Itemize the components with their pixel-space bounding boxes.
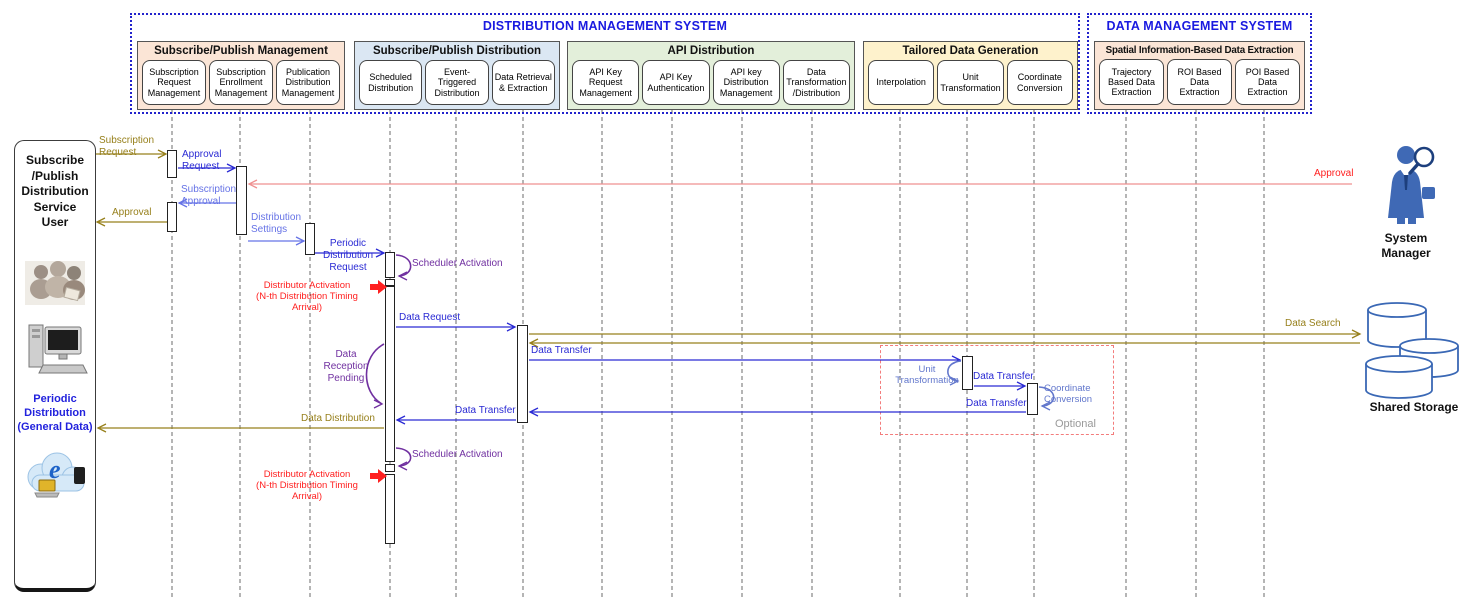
- module-trajectory-based-data-extraction: Trajectory Based Data Extraction: [1099, 59, 1164, 105]
- module-event-triggered-distribution: Event-Triggered Distribution: [425, 60, 488, 105]
- module-data-transformation-distribution: Data Transformation /Distribution: [783, 60, 850, 105]
- group-title: Subscribe/Publish Distribution: [355, 45, 559, 57]
- distributor-activation-note-2: Distributor Activation (N-th Distributio…: [241, 469, 373, 503]
- group-api-distribution: API Distribution API Key Request Manageme…: [567, 41, 855, 110]
- module-api-key-request-management: API Key Request Management: [572, 60, 639, 105]
- group-title: Subscribe/Publish Management: [138, 45, 344, 57]
- periodic-distribution-label: Periodic Distribution (General Data): [12, 393, 98, 434]
- activation-bar: [962, 356, 973, 390]
- system-title: DISTRIBUTION MANAGEMENT SYSTEM: [132, 19, 1078, 33]
- scheduler-activation-note-1: Scheduler Activation: [412, 258, 522, 270]
- data-transfer-unit-label: Data Transfer: [531, 345, 621, 357]
- module-publication-distribution-management: Publication Distribution Management: [276, 60, 340, 105]
- group-subscribe-publish-management: Subscribe/Publish Management Subscription…: [137, 41, 345, 110]
- module-unit-transformation: Unit Transformation: [937, 60, 1003, 105]
- user-actor-box: Subscribe /Publish Distribution Service …: [14, 140, 96, 592]
- group-subscribe-publish-distribution: Subscribe/Publish Distribution Scheduled …: [354, 41, 560, 110]
- scheduler-activation-loop-1: [396, 255, 411, 276]
- group-tailored-data-generation: Tailored Data Generation InterpolationUni…: [863, 41, 1078, 110]
- data-reception-pending-note: Data Reception Pending: [317, 349, 375, 384]
- system-manager-label: System Manager: [1358, 231, 1454, 261]
- module-roi-based-data-extraction: ROI Based Data Extraction: [1167, 59, 1232, 105]
- sequence-diagram-stage: Subscribe /Publish Distribution Service …: [0, 0, 1482, 612]
- group-title: Tailored Data Generation: [864, 45, 1077, 57]
- module-api-key-authentication: API Key Authentication: [642, 60, 709, 105]
- coordinate-conversion-note: Coordinate Conversion: [1044, 383, 1110, 405]
- scheduler-activation-note-2: Scheduler Activation: [412, 449, 522, 461]
- group-title: API Distribution: [568, 45, 854, 57]
- activation-bar: [167, 202, 177, 232]
- subscription-approval-label: Subscription Approval: [181, 184, 259, 208]
- system-manager-icon: [1376, 142, 1438, 230]
- distribution-settings-label: Distribution Settings: [251, 212, 327, 236]
- unit-transformation-note: Unit Transformation: [892, 364, 962, 386]
- module-subscription-enrollment-management: Subscription Enrollment Management: [209, 60, 273, 105]
- data-transfer-return-1-label: Data Transfer: [966, 398, 1036, 410]
- module-poi-based-data-extraction: POI Based Data Extraction: [1235, 59, 1300, 105]
- people-photo-icon: [23, 259, 87, 307]
- optional-note: Optional: [1055, 418, 1109, 431]
- module-data-retrieval-extraction: Data Retrieval & Extraction: [492, 60, 555, 105]
- activation-bar: [385, 464, 395, 472]
- data-request-label: Data Request: [399, 312, 489, 324]
- cloud-service-icon: e: [19, 447, 93, 505]
- periodic-distribution-request-label: Periodic Distribution Request: [309, 238, 387, 273]
- group-title: Spatial Information-Based Data Extractio…: [1095, 45, 1304, 56]
- shared-storage-label: Shared Storage: [1358, 400, 1470, 415]
- module-scheduled-distribution: Scheduled Distribution: [359, 60, 422, 105]
- manager-approval-label: Approval: [1314, 168, 1362, 180]
- user-approval-label: Approval: [112, 207, 167, 219]
- distributor-activation-note-1: Distributor Activation (N-th Distributio…: [241, 280, 373, 314]
- user-actor-label: Subscribe /Publish Distribution Service …: [15, 153, 95, 231]
- data-transfer-return-2-label: Data Transfer: [455, 405, 525, 417]
- activation-bar: [385, 279, 395, 286]
- data-transfer-coord-label: Data Transfer: [973, 371, 1063, 383]
- module-api-key-distribution-management: API key Distribution Management: [713, 60, 780, 105]
- activation-bar: [385, 286, 395, 462]
- group-spatial-information-based-data-extraction: Spatial Information-Based Data Extractio…: [1094, 41, 1305, 110]
- data-search-label: Data Search: [1285, 318, 1357, 330]
- system-title: DATA MANAGEMENT SYSTEM: [1089, 19, 1310, 33]
- module-subscription-request-management: Subscription Request Management: [142, 60, 206, 105]
- activation-bar: [385, 474, 395, 544]
- module-interpolation: Interpolation: [868, 60, 934, 105]
- data-distribution-label: Data Distribution: [301, 413, 396, 425]
- scheduler-activation-loop-2: [396, 448, 411, 466]
- shared-storage-icon: [1358, 298, 1470, 400]
- module-coordinate-conversion: Coordinate Conversion: [1007, 60, 1073, 105]
- subscription-request-label: Subscription Request: [99, 135, 169, 159]
- approval-request-label: Approval Request: [182, 149, 242, 173]
- computer-icon: [25, 319, 89, 379]
